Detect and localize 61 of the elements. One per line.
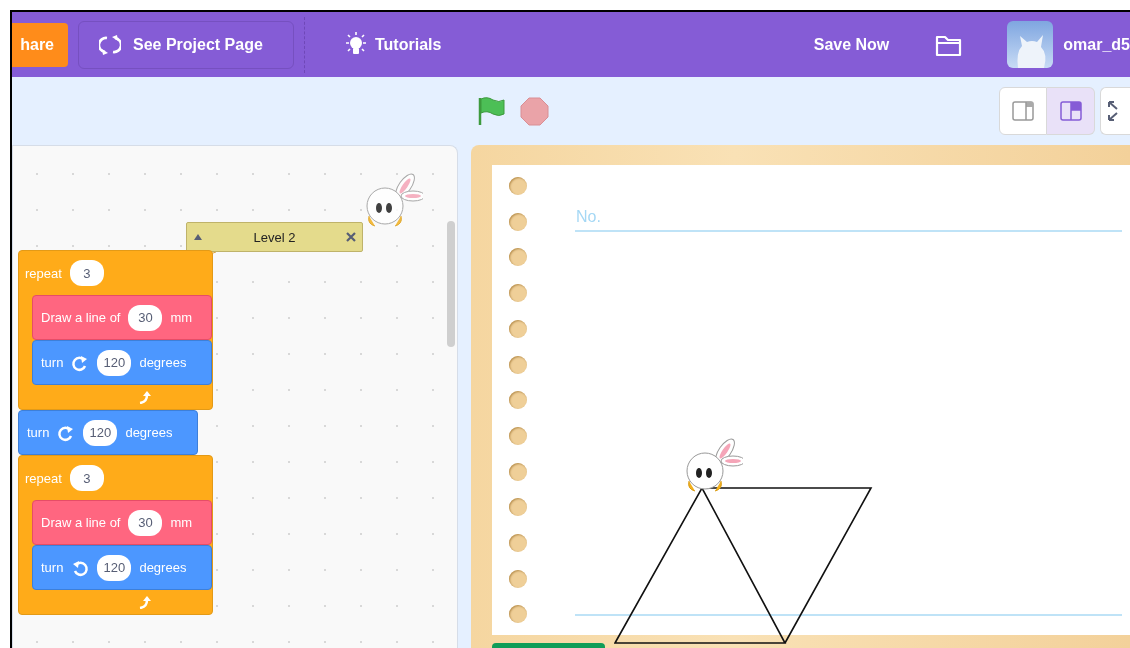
block-unit: degrees <box>139 355 187 370</box>
binder-hole <box>509 391 527 410</box>
fullscreen-button[interactable] <box>1100 87 1130 135</box>
block-label: turn <box>41 560 64 575</box>
block-unit: mm <box>170 515 193 530</box>
save-now-button[interactable]: Save Now <box>807 24 896 65</box>
flag-icon[interactable] <box>478 96 506 126</box>
binder-hole <box>509 498 527 517</box>
draw-line-block[interactable]: Draw a line of 30 mm <box>32 500 212 545</box>
number-input[interactable]: 3 <box>69 465 104 491</box>
number-input[interactable]: 120 <box>97 349 132 376</box>
repeat-block[interactable]: repeat 3 Draw a line of 30 mm turn 120 degrees <box>18 455 213 615</box>
block-label: Draw a line of <box>41 310 121 325</box>
large-stage-button[interactable] <box>1047 87 1095 135</box>
number-input[interactable]: 120 <box>83 419 118 446</box>
loop-arrow-icon <box>138 390 152 404</box>
binder-hole <box>509 248 527 267</box>
block-label: turn <box>27 425 50 440</box>
paper-heading: No. <box>576 208 601 226</box>
binder-hole <box>509 462 527 481</box>
binder-hole <box>509 212 527 231</box>
binder-hole <box>509 355 527 374</box>
block-unit: mm <box>170 310 193 325</box>
repeat-block[interactable]: repeat 3 Draw a line of 30 mm turn 120 degrees <box>18 250 213 410</box>
block-label: repeat <box>25 265 62 281</box>
tutorials-button[interactable]: Tutorials <box>337 24 448 65</box>
turn-block[interactable]: turn 120 degrees <box>18 410 198 455</box>
loop-arrow-icon <box>138 595 152 609</box>
small-stage-button[interactable] <box>999 87 1047 135</box>
comment-note[interactable]: Level 2 <box>186 222 363 252</box>
turn-block[interactable]: turn 120 degrees <box>32 545 212 590</box>
comment-text: Level 2 <box>252 229 297 245</box>
number-input[interactable]: 30 <box>128 304 163 331</box>
binder-hole <box>509 319 527 338</box>
block-label: turn <box>41 355 64 370</box>
number-input[interactable]: 120 <box>97 554 132 581</box>
avatar[interactable] <box>1007 21 1054 68</box>
block-unit: degrees <box>139 560 187 575</box>
large-stage-icon <box>1059 101 1082 121</box>
see-project-page-button[interactable]: See Project Page <box>78 20 294 69</box>
block-label: repeat <box>25 470 62 486</box>
binder-hole <box>509 605 527 624</box>
binder-hole <box>509 569 527 588</box>
turn-block[interactable]: turn 120 degrees <box>32 340 212 385</box>
block-unit: degrees <box>125 425 173 440</box>
binder-hole <box>509 426 527 445</box>
binder-hole <box>509 534 527 552</box>
scrollbar[interactable] <box>447 221 455 347</box>
collapse-triangle-icon[interactable] <box>193 233 203 241</box>
small-stage-icon <box>1012 101 1034 121</box>
close-icon[interactable] <box>346 232 356 242</box>
block-label: Draw a line of <box>41 515 121 530</box>
number-input[interactable]: 30 <box>128 509 163 536</box>
swap-arrows-icon <box>99 34 121 55</box>
stop-icon[interactable] <box>520 96 549 126</box>
username[interactable]: omar_d5 <box>1063 35 1130 54</box>
expand-arrows-icon <box>1107 100 1119 122</box>
binder-hole <box>509 177 527 195</box>
binder-hole <box>509 284 527 303</box>
draw-line-block[interactable]: Draw a line of 30 mm <box>32 295 212 340</box>
number-input[interactable]: 3 <box>69 260 104 286</box>
